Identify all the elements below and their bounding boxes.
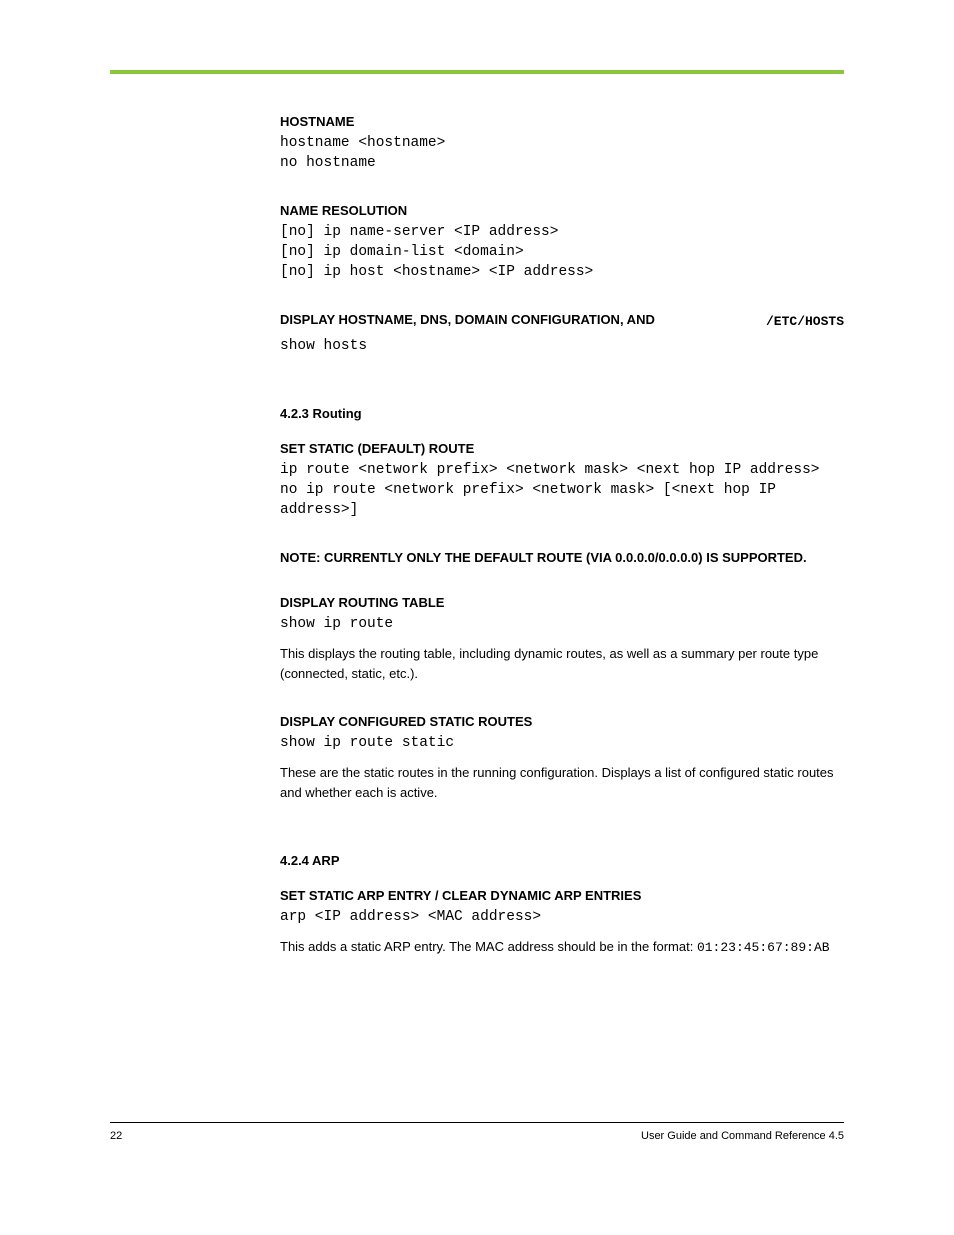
name-resolution-code: [no] ip name-server <IP address> [no] ip… bbox=[280, 222, 844, 282]
page-number: 22 bbox=[110, 1130, 122, 1142]
display-routing-table-heading: DISPLAY ROUTING TABLE bbox=[280, 595, 444, 610]
arp-section-title: 4.2.4 ARP bbox=[280, 853, 844, 868]
name-resolution-heading: NAME RESOLUTION bbox=[280, 203, 407, 218]
routing-table-desc: This displays the routing table, includi… bbox=[280, 644, 844, 684]
route-note: NOTE: CURRENTLY ONLY THE DEFAULT ROUTE (… bbox=[280, 550, 807, 565]
arp-mac-format: 01:23:45:67:89:AB bbox=[697, 940, 830, 955]
routing-section-title: 4.2.3 Routing bbox=[280, 406, 844, 421]
arp-code: arp <IP address> <MAC address> bbox=[280, 907, 844, 927]
display-static-routes-heading: DISPLAY CONFIGURED STATIC ROUTES bbox=[280, 714, 532, 729]
hostname-heading: HOSTNAME bbox=[280, 114, 354, 129]
show-hosts-code: show hosts bbox=[280, 336, 844, 356]
set-static-route-heading: SET STATIC (DEFAULT) ROUTE bbox=[280, 441, 474, 456]
ip-route-code: ip route <network prefix> <network mask>… bbox=[280, 460, 844, 520]
footer-doc-title: User Guide and Command Reference 4.5 bbox=[641, 1130, 844, 1142]
arp-desc: This adds a static ARP entry. The MAC ad… bbox=[280, 937, 844, 958]
show-ip-route-static-code: show ip route static bbox=[280, 733, 844, 753]
display-hosts-heading: DISPLAY HOSTNAME, DNS, DOMAIN CONFIGURAT… bbox=[280, 312, 655, 332]
etc-hosts-path: /ETC/HOSTS bbox=[766, 312, 844, 332]
hostname-code: hostname <hostname> no hostname bbox=[280, 133, 844, 173]
arp-desc-prefix: This adds a static ARP entry. The MAC ad… bbox=[280, 939, 697, 954]
static-routes-desc: These are the static routes in the runni… bbox=[280, 763, 844, 803]
show-ip-route-code: show ip route bbox=[280, 614, 844, 634]
set-static-arp-heading: SET STATIC ARP ENTRY / CLEAR DYNAMIC ARP… bbox=[280, 888, 641, 903]
